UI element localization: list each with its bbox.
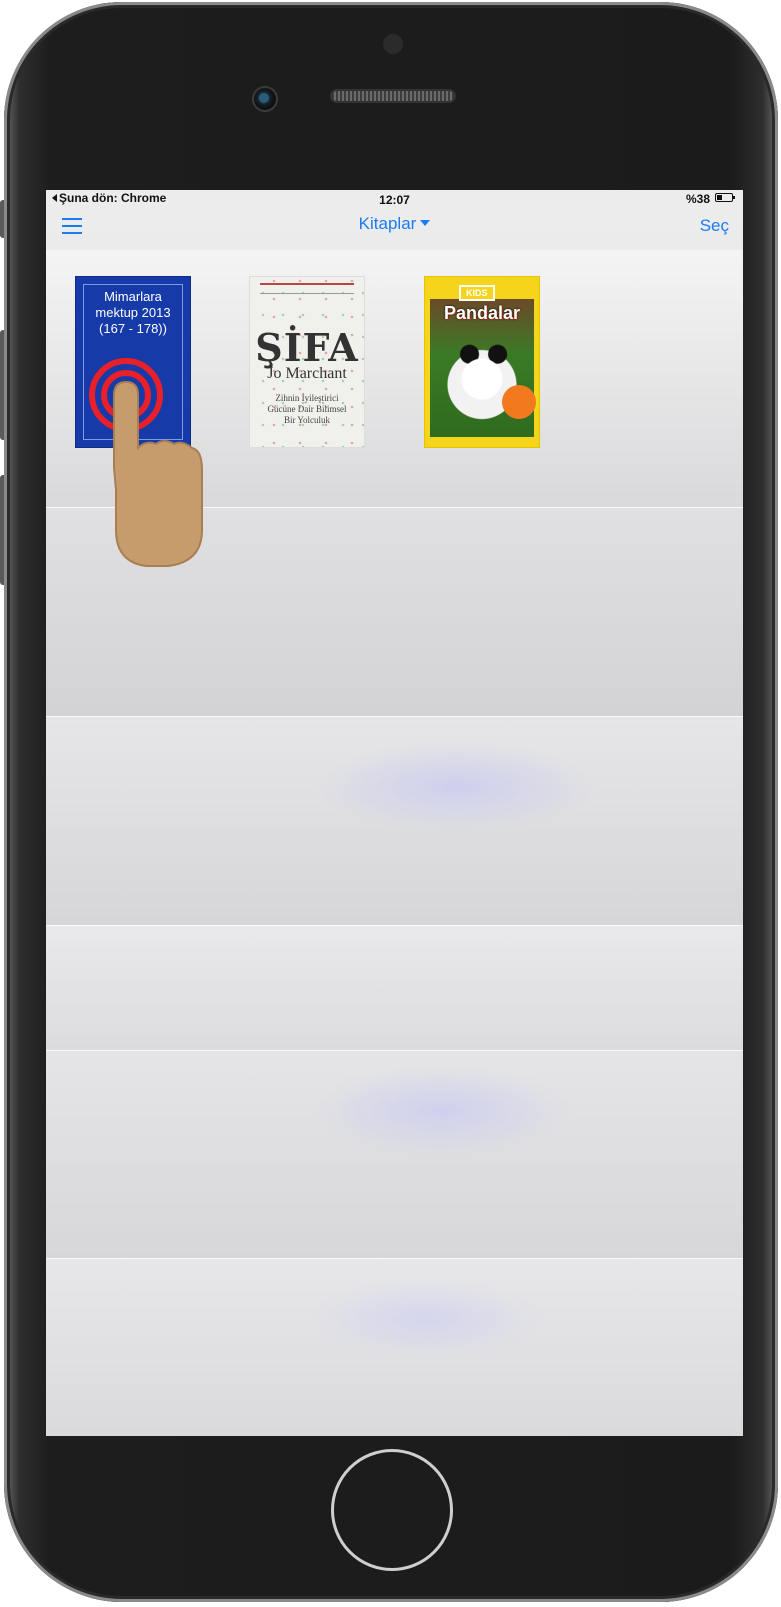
earpiece-speaker: [330, 89, 456, 103]
status-bar: Şuna dön: Chrome 12:07 %38: [46, 190, 743, 208]
cover-header: [260, 283, 354, 294]
library-title: Kitaplar: [358, 214, 417, 233]
device-screen: Şuna dön: Chrome 12:07 %38 Kitaplar Seç …: [46, 190, 743, 1436]
clock: 12:07: [379, 193, 410, 207]
home-button[interactable]: [331, 1449, 453, 1571]
book-title: Mimarlara mektup 2013 (167 - 178)): [95, 289, 171, 336]
shelf-row: [46, 717, 743, 925]
caret-down-icon: [420, 220, 431, 226]
shelf-row: [46, 926, 743, 1050]
series-badge: KIDS: [459, 285, 495, 301]
book-cover-pandalar[interactable]: KIDS Pandalar: [424, 276, 540, 448]
book-title: Pandalar: [443, 303, 521, 323]
shelf-row: [46, 1259, 743, 1436]
front-camera: [383, 34, 403, 54]
sticker-badge: [502, 385, 536, 419]
select-button[interactable]: Seç: [700, 216, 729, 236]
battery-percent: %38: [685, 192, 710, 206]
hand-pointer-icon: [89, 358, 203, 567]
camera-lens: [252, 86, 278, 112]
battery-level: [717, 195, 722, 200]
navigation-bar: Kitaplar Seç: [46, 208, 743, 250]
battery-icon: [715, 193, 735, 202]
shelf-row: [46, 1051, 743, 1258]
library-title-dropdown[interactable]: Kitaplar: [46, 214, 743, 234]
